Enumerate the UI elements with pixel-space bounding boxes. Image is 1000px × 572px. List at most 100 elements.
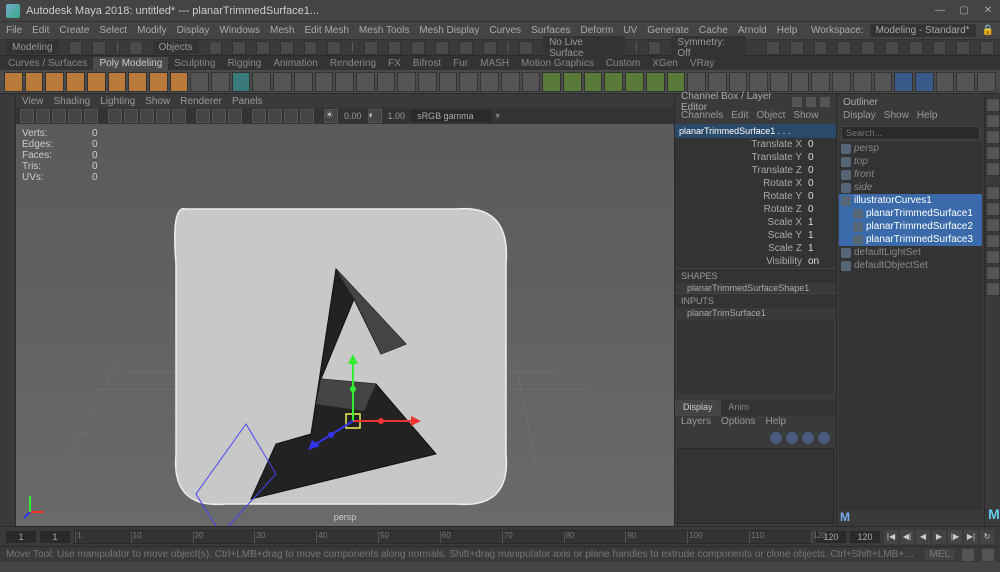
shelf-button[interactable] xyxy=(542,72,561,92)
outliner-item[interactable]: defaultObjectSet xyxy=(839,259,982,272)
shelf-button[interactable] xyxy=(853,72,872,92)
shelf-button[interactable] xyxy=(667,72,686,92)
layout-icon[interactable] xyxy=(986,186,1000,200)
shelf-tab[interactable]: Custom xyxy=(600,57,646,70)
vp-icon[interactable] xyxy=(212,109,226,123)
snap-icon[interactable] xyxy=(459,41,473,55)
menu-deform[interactable]: Deform xyxy=(581,25,614,36)
menu-select[interactable]: Select xyxy=(99,25,127,36)
shelf-button[interactable] xyxy=(87,72,106,92)
gamma-value[interactable]: 1.00 xyxy=(384,111,410,121)
outliner-item[interactable]: front xyxy=(839,168,982,181)
shelf-button[interactable] xyxy=(190,72,209,92)
panel-icon[interactable] xyxy=(806,97,816,107)
start-frame[interactable]: 1 xyxy=(6,531,36,543)
shelf-button[interactable] xyxy=(377,72,396,92)
shelf-button[interactable] xyxy=(832,72,851,92)
layout-icon[interactable] xyxy=(986,218,1000,232)
menu-generate[interactable]: Generate xyxy=(647,25,689,36)
step-fwd-button[interactable]: |▶ xyxy=(948,530,962,544)
layout-icon[interactable] xyxy=(986,202,1000,216)
select-tool-icon[interactable] xyxy=(986,98,1000,112)
outliner-search[interactable] xyxy=(841,126,980,140)
maximize-button[interactable]: ▢ xyxy=(958,5,970,16)
layout-icon[interactable] xyxy=(986,282,1000,296)
toolbar-icon[interactable] xyxy=(69,41,83,55)
shelf-button[interactable] xyxy=(770,72,789,92)
live-surface[interactable]: No Live Surface xyxy=(543,36,625,60)
shelf-button[interactable] xyxy=(108,72,127,92)
layer-menu-item[interactable]: Options xyxy=(721,416,755,430)
toolbar-icon[interactable] xyxy=(980,41,994,55)
shelf-button[interactable] xyxy=(439,72,458,92)
ch-menu-item[interactable]: Edit xyxy=(731,110,748,124)
layer-icon[interactable] xyxy=(770,432,782,444)
ch-menu-item[interactable]: Show xyxy=(793,110,818,124)
shelf-button[interactable] xyxy=(356,72,375,92)
toolbar-icon[interactable] xyxy=(933,41,947,55)
play-back-button[interactable]: ◀ xyxy=(916,530,930,544)
shelf-button[interactable] xyxy=(25,72,44,92)
step-back-button[interactable]: ◀| xyxy=(900,530,914,544)
vp-menu-item[interactable]: Renderer xyxy=(180,96,222,107)
shelf-tab[interactable]: XGen xyxy=(646,57,684,70)
layer-tab[interactable]: Anim xyxy=(721,400,758,416)
vp-icon[interactable] xyxy=(52,109,66,123)
channel-attr-row[interactable]: Rotate Z0 xyxy=(675,203,836,216)
menu-edit[interactable]: Edit xyxy=(32,25,49,36)
shelf-button[interactable] xyxy=(418,72,437,92)
outliner-menu-item[interactable]: Help xyxy=(917,110,938,124)
layer-icon[interactable] xyxy=(818,432,830,444)
shelf-button[interactable] xyxy=(335,72,354,92)
script-icon[interactable] xyxy=(982,549,994,561)
shelf-tab[interactable]: Motion Graphics xyxy=(515,57,600,70)
shelf-tab[interactable]: Rendering xyxy=(324,57,382,70)
vp-icon[interactable] xyxy=(284,109,298,123)
menu-file[interactable]: File xyxy=(6,25,22,36)
toolbar-icon[interactable] xyxy=(837,41,851,55)
layer-icon[interactable] xyxy=(802,432,814,444)
snap-icon[interactable] xyxy=(483,41,497,55)
snap-icon[interactable] xyxy=(411,41,425,55)
menu-cache[interactable]: Cache xyxy=(699,25,728,36)
vp-menu-item[interactable]: Lighting xyxy=(100,96,135,107)
outliner-menu-item[interactable]: Display xyxy=(843,110,876,124)
shelf-button[interactable] xyxy=(874,72,893,92)
exposure-value[interactable]: 0.00 xyxy=(340,111,366,121)
shelf-button[interactable] xyxy=(315,72,334,92)
shelf-button[interactable] xyxy=(501,72,520,92)
menu-mesh-display[interactable]: Mesh Display xyxy=(419,25,479,36)
snap-icon[interactable] xyxy=(388,41,402,55)
shelf-button[interactable] xyxy=(749,72,768,92)
ch-menu-item[interactable]: Object xyxy=(757,110,786,124)
menu-windows[interactable]: Windows xyxy=(219,25,260,36)
vp-icon[interactable] xyxy=(20,109,34,123)
channel-attr-row[interactable]: Rotate Y0 xyxy=(675,190,836,203)
shelf-button[interactable] xyxy=(977,72,996,92)
outliner-item[interactable]: planarTrimmedSurface1 xyxy=(839,207,982,220)
toolbar-icon[interactable] xyxy=(956,41,970,55)
menu-edit-mesh[interactable]: Edit Mesh xyxy=(304,25,348,36)
goto-start-button[interactable]: |◀ xyxy=(884,530,898,544)
shelf-button[interactable] xyxy=(687,72,706,92)
outliner-item[interactable]: planarTrimmedSurface2 xyxy=(839,220,982,233)
toolbar-icon[interactable] xyxy=(327,41,341,55)
vp-icon[interactable] xyxy=(84,109,98,123)
exposure-icon[interactable]: ☀ xyxy=(324,109,338,123)
menu-help[interactable]: Help xyxy=(777,25,798,36)
shelf-button[interactable] xyxy=(563,72,582,92)
shelf-button[interactable] xyxy=(894,72,913,92)
toolbar-icon[interactable] xyxy=(766,41,780,55)
outliner-item[interactable]: illustratorCurves1 xyxy=(839,194,982,207)
vp-icon[interactable] xyxy=(268,109,282,123)
shelf-tab[interactable]: Rigging xyxy=(221,57,267,70)
shelf-button[interactable] xyxy=(4,72,23,92)
shelf-button[interactable] xyxy=(252,72,271,92)
close-button[interactable]: ✕ xyxy=(982,5,994,16)
toolbar-icon[interactable] xyxy=(209,41,223,55)
vp-icon[interactable] xyxy=(172,109,186,123)
layer-menu-item[interactable]: Help xyxy=(765,416,786,430)
end-frame[interactable]: 120 xyxy=(850,531,880,543)
shelf-tab[interactable]: Sculpting xyxy=(168,57,221,70)
shelf-tab[interactable]: Animation xyxy=(267,57,323,70)
